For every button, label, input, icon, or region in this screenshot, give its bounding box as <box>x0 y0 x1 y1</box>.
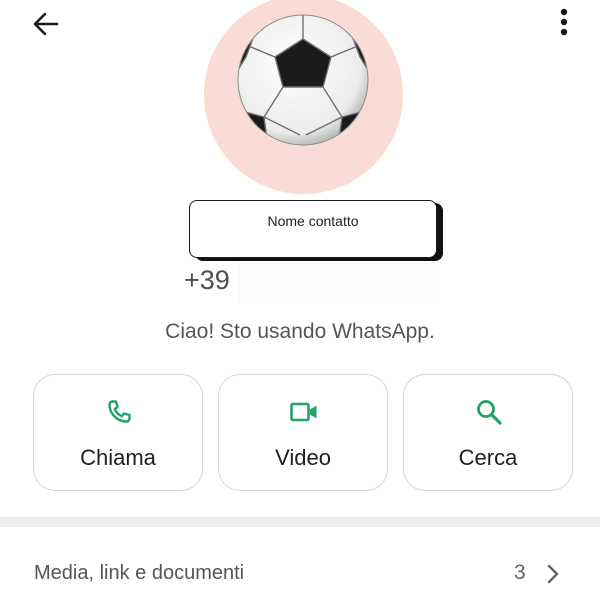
media-links-docs-row[interactable]: Media, link e documenti 3 <box>0 528 600 600</box>
search-label: Cerca <box>458 445 518 470</box>
video-label: Video <box>275 445 331 470</box>
contact-name: Nome contatto <box>267 213 359 229</box>
search-icon <box>477 400 502 425</box>
contact-name-card: Nome contatto <box>189 200 437 258</box>
call-label: Chiama <box>80 445 156 470</box>
about-status: Ciao! Sto usando WhatsApp. <box>165 320 435 343</box>
phone-number: +39 <box>184 265 230 295</box>
section-divider <box>0 517 600 527</box>
arrow-back-icon <box>33 12 59 36</box>
soccer-ball-icon <box>237 14 369 146</box>
phone-icon <box>108 400 131 423</box>
more-vert-icon <box>560 8 568 36</box>
chevron-right-icon <box>547 564 559 584</box>
media-label: Media, link e documenti <box>34 562 245 584</box>
more-options-button[interactable] <box>552 6 576 40</box>
back-button[interactable] <box>28 6 64 42</box>
avatar[interactable] <box>204 0 403 194</box>
phone-number-redaction <box>238 262 440 304</box>
video-button[interactable]: Video <box>218 374 388 491</box>
call-button[interactable]: Chiama <box>33 374 203 491</box>
videocam-icon <box>290 402 317 422</box>
media-count: 3 <box>514 561 526 584</box>
search-button[interactable]: Cerca <box>403 374 573 491</box>
